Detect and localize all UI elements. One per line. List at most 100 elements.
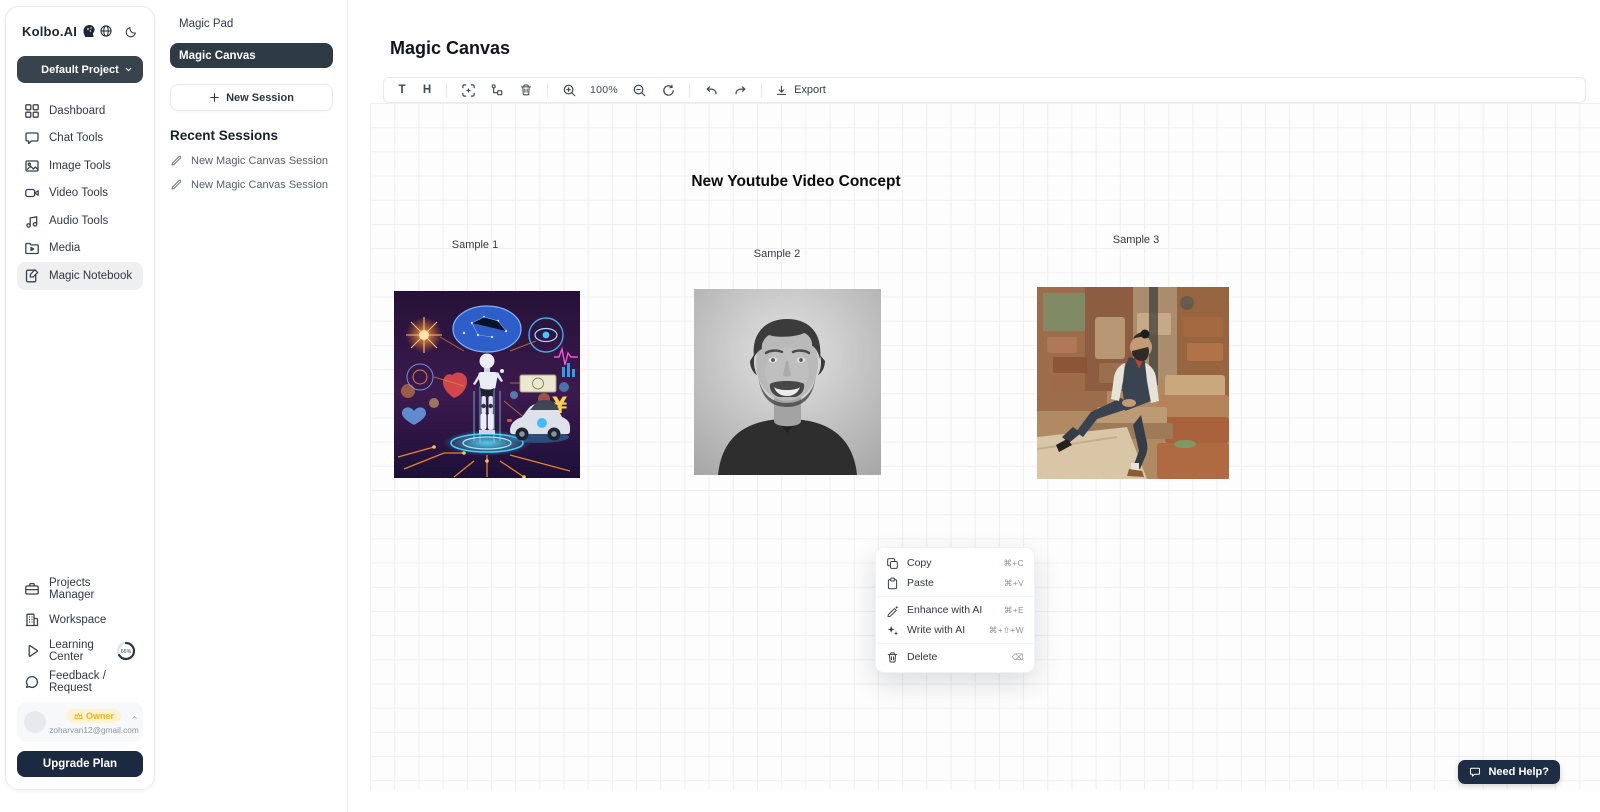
help-chat-icon — [1469, 766, 1481, 778]
zoom-in-button[interactable] — [561, 82, 577, 98]
music-note-icon — [24, 213, 40, 229]
feedback-chat-icon — [24, 674, 40, 690]
sidebar-item-chat-tools[interactable]: Chat Tools — [17, 125, 143, 153]
sidebar-item-label: Chat Tools — [49, 132, 103, 144]
canvas-toolbar: T H 100% Export — [383, 77, 1586, 103]
context-menu-item-write-with-ai[interactable]: Write with AI ⌘+⇧+W — [876, 620, 1034, 640]
avatar — [24, 711, 46, 733]
notebook-pen-icon — [24, 268, 40, 284]
context-menu-item-enhance-with-ai[interactable]: Enhance with AI ⌘+E — [876, 600, 1034, 620]
tab-magic-pad[interactable]: Magic Pad — [170, 14, 333, 34]
context-menu-shortcut: ⌫ — [1012, 652, 1024, 663]
copy-icon — [886, 557, 899, 570]
video-camera-icon — [24, 185, 40, 201]
pencil-icon — [170, 178, 183, 191]
dashboard-icon — [24, 103, 40, 119]
sidebar-item-label: Projects Manager — [49, 577, 136, 601]
project-selector[interactable]: Default Project — [17, 56, 143, 83]
language-globe-icon[interactable] — [99, 24, 113, 38]
sidebar-item-image-tools[interactable]: Image Tools — [17, 152, 143, 180]
download-icon — [775, 84, 788, 97]
trash-icon — [886, 651, 899, 664]
undo-button[interactable] — [703, 82, 719, 98]
user-email: zoharvan12@gmail.com — [49, 725, 139, 735]
session-item-label: New Magic Canvas Session — [191, 179, 328, 191]
export-label: Export — [794, 84, 826, 96]
brand-logo: Kolbo.AI — [22, 24, 77, 39]
context-menu-divider — [876, 643, 1034, 644]
connector-tool-button[interactable] — [489, 82, 505, 98]
sample-1-image[interactable]: ¥ — [394, 291, 580, 478]
export-button[interactable]: Export — [775, 84, 826, 97]
context-menu-shortcut: ⌘+V — [1004, 578, 1024, 589]
brand-head-icon — [81, 23, 97, 39]
redo-button[interactable] — [732, 82, 748, 98]
upgrade-plan-button[interactable]: Upgrade Plan — [17, 751, 143, 777]
context-menu-label: Copy — [907, 557, 995, 569]
need-help-button[interactable]: Need Help? — [1458, 760, 1560, 784]
sample-2-label[interactable]: Sample 2 — [722, 248, 832, 260]
sample-1-label[interactable]: Sample 1 — [420, 239, 530, 251]
context-menu-item-delete[interactable]: Delete ⌫ — [876, 647, 1034, 667]
session-panel: Magic Pad Magic Canvas New Session Recen… — [156, 0, 348, 812]
context-menu-shortcut: ⌘+E — [1004, 605, 1024, 616]
toolbar-divider — [761, 83, 762, 98]
delete-tool-button[interactable] — [518, 82, 534, 98]
sidebar-item-label: Magic Notebook — [49, 270, 132, 282]
sidebar-item-learning-center[interactable]: Learning Center 66% — [17, 635, 143, 666]
project-selector-label: Default Project — [41, 64, 119, 76]
context-menu-label: Enhance with AI — [907, 604, 996, 616]
sidebar-item-video-tools[interactable]: Video Tools — [17, 180, 143, 208]
sidebar-item-workspace[interactable]: Workspace — [17, 604, 143, 635]
session-list-item[interactable]: New Magic Canvas Session — [170, 178, 333, 191]
canvas-grid[interactable]: New Youtube Video Concept Sample 1 Sampl… — [370, 103, 1600, 790]
heading-tool-button[interactable]: H — [421, 84, 433, 96]
sidebar-item-media[interactable]: Media — [17, 235, 143, 263]
canvas-heading-text[interactable]: New Youtube Video Concept — [688, 173, 904, 191]
sidebar-item-projects-manager[interactable]: Projects Manager — [17, 573, 143, 604]
dark-mode-moon-icon[interactable] — [125, 25, 138, 38]
context-menu-divider — [876, 596, 1034, 597]
chevron-expand-icon — [131, 714, 138, 721]
session-list-item[interactable]: New Magic Canvas Session — [170, 154, 333, 167]
sidebar-item-label: Video Tools — [49, 187, 108, 199]
sample-3-image[interactable] — [1037, 287, 1229, 479]
building-icon — [24, 612, 40, 628]
context-menu-label: Delete — [907, 651, 1004, 663]
sample-2-image[interactable] — [694, 289, 881, 475]
context-menu-item-copy[interactable]: Copy ⌘+C — [876, 553, 1034, 573]
sample-3-label[interactable]: Sample 3 — [1081, 234, 1191, 246]
context-menu-shortcut: ⌘+C — [1003, 558, 1024, 569]
secondary-nav: Projects Manager Workspace Learning Cent… — [17, 573, 143, 777]
user-account-card[interactable]: Owner zoharvan12@gmail.com — [17, 702, 143, 742]
zoom-out-button[interactable] — [631, 82, 647, 98]
sidebar-item-label: Learning Center — [49, 639, 105, 663]
reset-view-button[interactable] — [660, 82, 676, 98]
play-icon — [24, 643, 40, 659]
main-area: Magic Canvas T H 100% Export New Youtube… — [348, 0, 1600, 812]
sidebar-item-label: Image Tools — [49, 160, 111, 172]
toolbar-divider — [446, 83, 447, 98]
sidebar-item-magic-notebook[interactable]: Magic Notebook — [17, 262, 143, 290]
sidebar-item-label: Audio Tools — [49, 215, 108, 227]
chat-bubble-icon — [24, 130, 40, 146]
pencil-icon — [170, 154, 183, 167]
text-tool-button[interactable]: T — [396, 84, 408, 96]
sidebar-item-audio-tools[interactable]: Audio Tools — [17, 207, 143, 235]
plus-icon — [209, 92, 220, 103]
context-menu-item-paste[interactable]: Paste ⌘+V — [876, 573, 1034, 593]
sparkles-icon — [886, 624, 899, 637]
image-icon — [24, 158, 40, 174]
chevron-down-icon — [124, 65, 133, 74]
new-session-button[interactable]: New Session — [170, 84, 333, 111]
toolbar-divider — [547, 83, 548, 98]
owner-badge: Owner — [67, 709, 121, 723]
ai-generate-button[interactable] — [460, 82, 476, 98]
toolbar-divider — [689, 83, 690, 98]
sidebar-item-dashboard[interactable]: Dashboard — [17, 97, 143, 125]
sidebar-item-feedback[interactable]: Feedback / Request — [17, 666, 143, 697]
sidebar-item-label: Media — [49, 242, 80, 254]
primary-sidebar: Kolbo.AI Default Project Dashboard Chat … — [5, 6, 155, 790]
tab-magic-canvas[interactable]: Magic Canvas — [170, 43, 333, 68]
primary-nav: Dashboard Chat Tools Image Tools Video T… — [17, 97, 143, 290]
